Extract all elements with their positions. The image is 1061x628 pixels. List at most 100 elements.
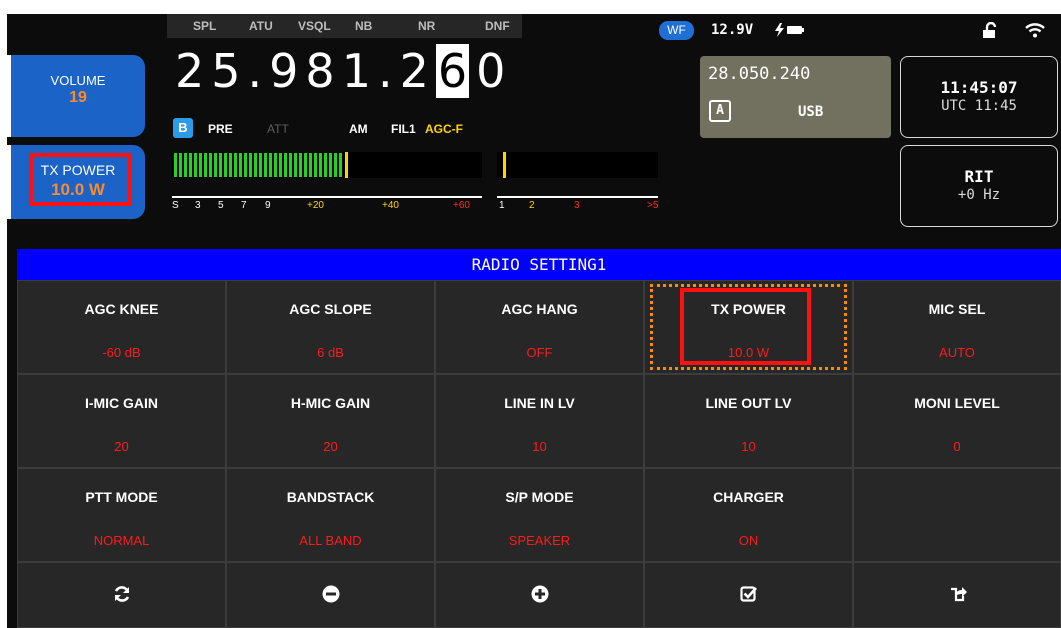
flag-spl[interactable]: SPL: [193, 19, 216, 33]
s-meter-segment: [269, 153, 272, 177]
attenuator-indicator[interactable]: ATT: [267, 122, 289, 136]
clock-panel[interactable]: 11:45:07 UTC 11:45: [900, 56, 1058, 138]
main-frequency-display[interactable]: 25.981.26 0: [175, 44, 512, 98]
setting-line-out-lv[interactable]: LINE OUT LV 10: [644, 374, 853, 468]
sub-vfo-a-badge: A: [709, 100, 731, 122]
s-meter-bars: [174, 152, 348, 178]
decrement-button[interactable]: [226, 562, 435, 628]
tuning-cursor-digit[interactable]: 6: [435, 44, 470, 98]
waterfall-badge[interactable]: WF: [659, 21, 694, 40]
flag-atu[interactable]: ATU: [249, 19, 273, 33]
swr-meter-scale-line: [497, 196, 658, 198]
setting-agc-hang[interactable]: AGC HANG OFF: [435, 280, 644, 374]
setting-name: MONI LEVEL: [914, 395, 1000, 411]
s-meter-background: [172, 152, 482, 178]
sub-vfo-panel[interactable]: 28.050.240 A USB: [700, 56, 891, 138]
setting-tx-power[interactable]: TX POWER 10.0 W: [644, 280, 853, 374]
setting-value: AUTO: [939, 345, 975, 360]
s-meter-segment: [274, 153, 277, 177]
s-meter-segment: [259, 153, 262, 177]
setting-name: PTT MODE: [85, 489, 158, 505]
setting-name: CHARGER: [713, 489, 784, 505]
setting-name: I-MIC GAIN: [84, 395, 159, 411]
setting-line-in-lv[interactable]: LINE IN LV 10: [435, 374, 644, 468]
flag-dnf[interactable]: DNF: [485, 19, 510, 33]
setting-agc-slope[interactable]: AGC SLOPE 6 dB: [226, 280, 435, 374]
s-meter-segment: [204, 153, 207, 177]
setting-value: SPEAKER: [508, 533, 571, 548]
setting-agc-knee[interactable]: AGC KNEE -60 dB: [17, 280, 226, 374]
setting-value: 10: [532, 439, 547, 454]
rit-label: RIT: [964, 167, 994, 186]
s-meter-segment: [329, 153, 332, 177]
s-scale-label: S: [172, 200, 179, 211]
setting-bandstack[interactable]: BANDSTACK ALL BAND: [226, 468, 435, 562]
setting-name: BANDSTACK: [286, 489, 375, 505]
vfo-b-badge[interactable]: B: [173, 118, 193, 138]
setting-value: 6 dB: [317, 345, 344, 360]
setting-value: OFF: [526, 345, 553, 360]
s-scale-label: +20: [307, 200, 324, 211]
setting-empty-slot: [853, 468, 1061, 562]
setting-value: 20: [114, 439, 129, 454]
sub-vfo-mode: USB: [798, 104, 824, 120]
volume-button[interactable]: VOLUME 19: [7, 55, 145, 137]
confirm-button[interactable]: [644, 562, 853, 628]
setting-name: AGC SLOPE: [289, 301, 372, 317]
plus-circle-icon: [531, 585, 549, 603]
s-meter-segment: [234, 153, 237, 177]
rit-button[interactable]: RIT +0 Hz: [900, 145, 1058, 227]
function-flags-bar: SPL ATU VSQL NB NR DNF: [167, 14, 522, 38]
flag-nb[interactable]: NB: [355, 19, 372, 33]
filter-indicator[interactable]: FIL1: [391, 122, 416, 136]
increment-button[interactable]: [435, 562, 644, 628]
setting-moni-level[interactable]: MONI LEVEL 0: [853, 374, 1061, 468]
wifi-icon: [1025, 23, 1045, 38]
preamp-indicator[interactable]: PRE: [208, 122, 233, 136]
refresh-button[interactable]: [17, 562, 226, 628]
agc-indicator[interactable]: AGC-F: [425, 122, 463, 136]
refresh-icon: [114, 586, 130, 602]
minus-circle-icon: [322, 585, 340, 603]
setting-ptt-mode[interactable]: PTT MODE NORMAL: [17, 468, 226, 562]
volume-label: VOLUME: [50, 73, 106, 88]
radio-screen: SPL ATU VSQL NB NR DNF WF 12.9V VOLUME 1…: [7, 14, 1061, 628]
s-meter-segment: [184, 153, 187, 177]
setting-i-mic-gain[interactable]: I-MIC GAIN 20: [17, 374, 226, 468]
exit-button[interactable]: [853, 562, 1061, 628]
s-scale-label: 7: [241, 200, 247, 211]
s-scale-label: +40: [382, 200, 399, 211]
setting-h-mic-gain[interactable]: H-MIC GAIN 20: [226, 374, 435, 468]
s-meter-segment: [174, 153, 177, 177]
mode-indicator[interactable]: AM: [349, 122, 368, 136]
s-meter-segment: [254, 153, 257, 177]
swr-meter-bar: [503, 152, 506, 178]
s-meter-segment: [334, 153, 337, 177]
setting-value: NORMAL: [93, 533, 150, 548]
s-meter-segment: [319, 153, 322, 177]
tx-power-highlight-box: [29, 153, 131, 206]
flag-vsql[interactable]: VSQL: [298, 19, 331, 33]
s-meter-segment: [279, 153, 282, 177]
swr-scale-label: 1: [499, 200, 505, 211]
check-square-icon: [740, 586, 757, 602]
s-meter-segment: [224, 153, 227, 177]
flag-nr[interactable]: NR: [418, 19, 435, 33]
voltage-readout: 12.9V: [711, 22, 754, 38]
setting-mic-sel[interactable]: MIC SEL AUTO: [853, 280, 1061, 374]
s-meter-segment: [244, 153, 247, 177]
setting-name: LINE OUT LV: [705, 395, 792, 411]
s-meter-segment: [339, 153, 342, 177]
setting-sp-mode[interactable]: S/P MODE SPEAKER: [435, 468, 644, 562]
unlock-icon[interactable]: [983, 22, 999, 39]
swr-meter-marker: [503, 152, 506, 178]
s-scale-label: 5: [218, 200, 224, 211]
setting-name: MIC SEL: [928, 301, 986, 317]
frequency-last-digit: 0: [476, 44, 513, 98]
swr-meter-background: [497, 152, 658, 178]
setting-charger[interactable]: CHARGER ON: [644, 468, 853, 562]
setting-name: AGC KNEE: [84, 301, 159, 317]
rit-value: +0 Hz: [957, 187, 1001, 203]
s-meter-segment: [194, 153, 197, 177]
s-meter-segment: [229, 153, 232, 177]
